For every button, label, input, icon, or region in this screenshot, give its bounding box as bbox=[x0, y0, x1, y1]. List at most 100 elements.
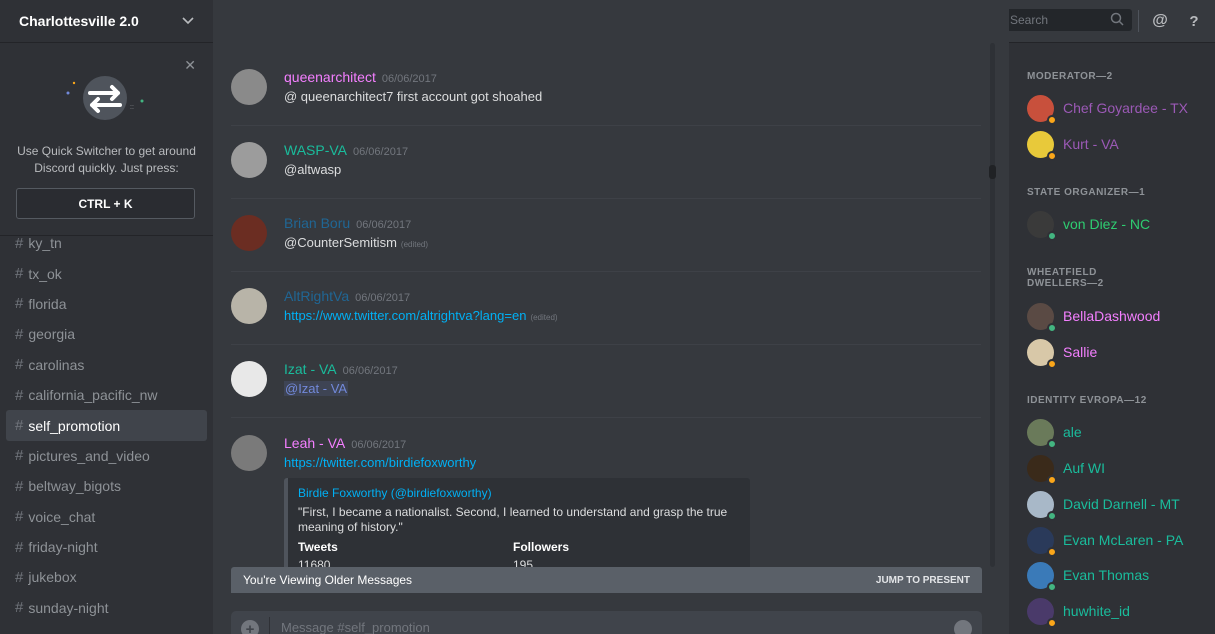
member-name: Chef Goyardee - TX bbox=[1063, 100, 1189, 116]
message-author[interactable]: Izat - VA bbox=[284, 361, 337, 377]
svg-text:::: :: bbox=[130, 104, 134, 111]
message-body: https://www.twitter.com/altrightva?lang=… bbox=[284, 308, 558, 323]
mention-icon[interactable]: @ bbox=[1150, 11, 1170, 31]
message-mention[interactable]: @Izat - VA bbox=[284, 381, 349, 396]
channel-item[interactable]: # california_pacific_nw bbox=[6, 380, 207, 410]
member-item[interactable]: Evan McLaren - PA bbox=[1027, 524, 1212, 557]
avatar[interactable] bbox=[231, 142, 267, 178]
message-input[interactable] bbox=[281, 620, 931, 634]
status-indicator bbox=[1047, 546, 1057, 557]
message-header: Leah - VA 06/06/2017 bbox=[284, 435, 406, 451]
channel-label: georgia bbox=[28, 326, 76, 343]
hash-icon: # bbox=[15, 508, 24, 526]
channel-item[interactable]: # self_promotion bbox=[6, 410, 207, 441]
member-name: BellaDashwood bbox=[1063, 308, 1161, 324]
quick-switcher-popup: ✕ :: Use Quick Switcher to get around Di… bbox=[0, 43, 213, 236]
status-indicator bbox=[1047, 474, 1057, 485]
avatar bbox=[1027, 302, 1057, 333]
avatar bbox=[1027, 94, 1057, 125]
channel-item[interactable]: # georgia bbox=[6, 319, 207, 349]
message-timestamp: 06/06/2017 bbox=[356, 219, 412, 231]
member-item[interactable]: von Diez - NC bbox=[1027, 208, 1212, 241]
search-input[interactable]: Search bbox=[1004, 9, 1132, 31]
message-author[interactable]: AltRightVa bbox=[284, 288, 349, 304]
help-icon[interactable]: ? bbox=[1184, 11, 1204, 31]
message-link[interactable]: https://www.twitter.com/altrightva?lang=… bbox=[284, 308, 526, 323]
status-indicator bbox=[1047, 358, 1057, 369]
member-name: Auf WI bbox=[1063, 460, 1106, 476]
message-author[interactable]: queenarchitect bbox=[284, 69, 376, 85]
avatar bbox=[1027, 597, 1057, 628]
message-divider bbox=[231, 344, 981, 345]
member-item[interactable]: huwhite_id bbox=[1027, 595, 1212, 628]
embed-field: Followers 195 bbox=[513, 540, 569, 567]
composer-divider bbox=[269, 617, 270, 634]
member-group-header: IDENTITY EVROPA—12 bbox=[1027, 395, 1147, 406]
avatar[interactable] bbox=[231, 215, 267, 251]
channel-label: ky_tn bbox=[28, 235, 62, 252]
member-item[interactable]: Sallie bbox=[1027, 336, 1212, 369]
close-icon[interactable]: ✕ bbox=[184, 57, 196, 74]
channel-item[interactable]: # florida bbox=[6, 289, 207, 319]
avatar[interactable] bbox=[231, 435, 267, 471]
member-item[interactable]: Evan Thomas bbox=[1027, 559, 1212, 592]
channel-label: friday-night bbox=[28, 539, 98, 556]
message: Brian Boru 06/06/2017 @CounterSemitism (edi… bbox=[231, 215, 981, 265]
channel-item[interactable]: # beltway_bigots bbox=[6, 471, 207, 501]
member-item[interactable]: Auf WI bbox=[1027, 452, 1212, 485]
avatar[interactable] bbox=[231, 288, 267, 324]
scrollbar-thumb[interactable] bbox=[989, 165, 996, 179]
channel-label: california_pacific_nw bbox=[28, 387, 158, 404]
search-icon bbox=[1110, 12, 1124, 29]
avatar bbox=[1027, 338, 1057, 369]
upload-plus-icon[interactable]: + bbox=[241, 620, 259, 634]
message-scrollbar[interactable] bbox=[988, 43, 997, 567]
status-indicator bbox=[1047, 230, 1057, 241]
server-header[interactable]: Charlottesville 2.0 bbox=[0, 0, 213, 43]
message-author[interactable]: WASP-VA bbox=[284, 142, 347, 158]
channel-item[interactable]: # jukebox bbox=[6, 562, 207, 592]
member-group-header: STATE ORGANIZER—1 bbox=[1027, 187, 1146, 198]
member-item[interactable]: Kurt - VA bbox=[1027, 128, 1212, 161]
message-body: @altwasp bbox=[284, 162, 341, 177]
member-item[interactable]: David Darnell - MT bbox=[1027, 488, 1212, 521]
channel-label: pictures_and_video bbox=[28, 447, 150, 464]
channel-item[interactable]: # carolinas bbox=[6, 350, 207, 380]
message-header: WASP-VA 06/06/2017 bbox=[284, 142, 408, 158]
channel-item[interactable]: # sunday-night bbox=[6, 593, 207, 623]
chevron-down-icon[interactable] bbox=[182, 14, 194, 28]
member-name: Sallie bbox=[1063, 344, 1098, 360]
status-indicator bbox=[1047, 114, 1057, 125]
emoji-icon[interactable] bbox=[954, 620, 972, 634]
member-item[interactable]: BellaDashwood bbox=[1027, 300, 1212, 333]
message-body: @Izat - VA bbox=[284, 381, 349, 396]
hash-icon: # bbox=[15, 386, 24, 404]
embed-field: Tweets 11680 bbox=[298, 540, 338, 567]
message-link[interactable]: https://twitter.com/birdiefoxworthy bbox=[284, 455, 476, 470]
message-divider bbox=[231, 417, 981, 418]
avatar bbox=[1027, 490, 1057, 521]
avatar[interactable] bbox=[231, 361, 267, 397]
avatar[interactable] bbox=[231, 69, 267, 105]
message: WASP-VA 06/06/2017 @altwasp bbox=[231, 142, 981, 192]
jump-to-present-button[interactable]: JUMP TO PRESENT bbox=[876, 575, 970, 586]
channel-label: carolinas bbox=[28, 356, 85, 373]
member-item[interactable]: ale bbox=[1027, 416, 1212, 449]
member-name: huwhite_id bbox=[1063, 603, 1130, 619]
member-item[interactable]: Chef Goyardee - TX bbox=[1027, 92, 1212, 125]
message-body: @CounterSemitism (edited) bbox=[284, 235, 428, 250]
status-indicator bbox=[1047, 581, 1057, 592]
quick-switcher-shortcut[interactable]: CTRL + K bbox=[16, 188, 195, 219]
hash-icon: # bbox=[15, 234, 24, 252]
search-placeholder: Search bbox=[1010, 13, 1049, 27]
message-author[interactable]: Leah - VA bbox=[284, 435, 345, 451]
message-author[interactable]: Brian Boru bbox=[284, 215, 350, 231]
channel-item[interactable]: # friday-night bbox=[6, 532, 207, 562]
channel-item[interactable]: # ky_tn bbox=[6, 228, 207, 258]
embed-author[interactable]: Birdie Foxworthy (@birdiefoxworthy) bbox=[298, 486, 740, 500]
channel-item[interactable]: # tx_ok bbox=[6, 258, 207, 288]
channel-item[interactable]: # voice_chat bbox=[6, 502, 207, 532]
channel-item[interactable]: # pictures_and_video bbox=[6, 441, 207, 471]
older-messages-text: You're Viewing Older Messages bbox=[243, 573, 413, 587]
hash-icon: # bbox=[15, 325, 24, 343]
